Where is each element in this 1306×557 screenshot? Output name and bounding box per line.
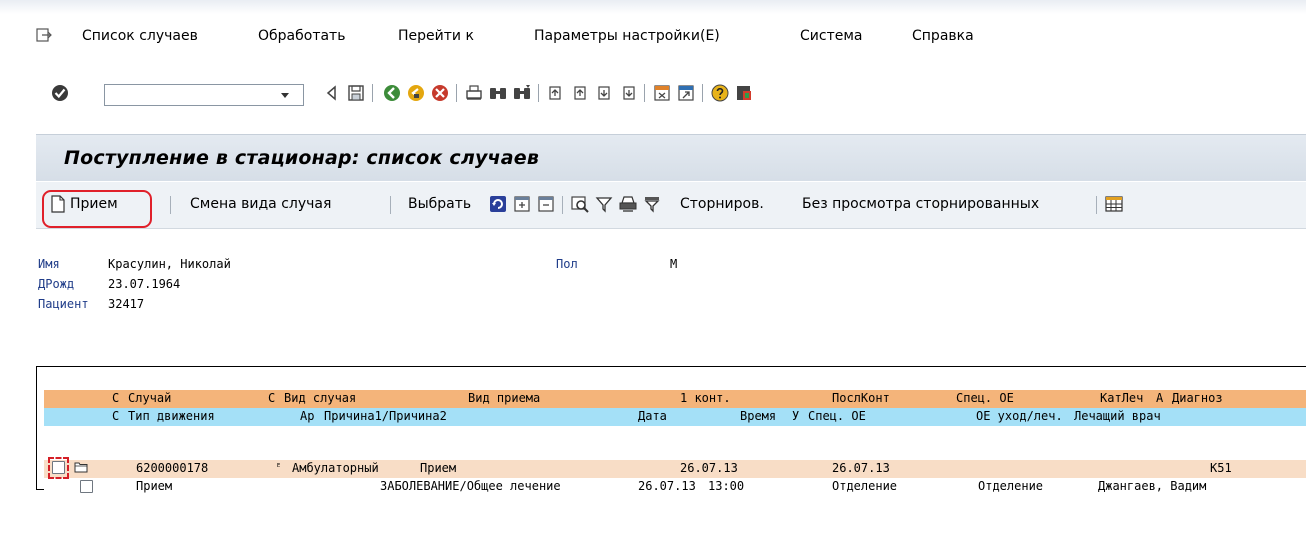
movement-type: Прием xyxy=(136,479,173,493)
patient-dob-label: ДРожд xyxy=(38,277,75,291)
application-toolbar: Прием Смена вида случая Выбрать Сторниро… xyxy=(36,182,1306,229)
folder-icon[interactable] xyxy=(74,461,88,473)
select-button[interactable]: Выбрать xyxy=(408,196,471,212)
column-header-a[interactable]: А xyxy=(1156,391,1163,405)
toolbar-separator xyxy=(390,196,391,214)
case-flag: ᴱ xyxy=(276,463,282,473)
column-header[interactable]: С xyxy=(112,391,119,405)
refresh-icon[interactable] xyxy=(488,194,508,214)
row-select-checkbox[interactable] xyxy=(80,480,93,493)
patient-id-label: Пациент xyxy=(38,297,89,311)
table-header-row-1: С Случай С Вид случая Вид приема 1 конт.… xyxy=(44,390,1306,408)
patient-sex-label: Пол xyxy=(556,257,578,271)
chevron-down-icon[interactable] xyxy=(278,88,292,102)
table-row-case[interactable]: 6200000178 ᴱ Амбулаторный Прием 26.07.13… xyxy=(44,460,1306,478)
column-header-case[interactable]: Случай xyxy=(128,391,171,405)
checkbox-highlight xyxy=(48,457,69,479)
print-list-icon[interactable] xyxy=(618,194,638,214)
filter-icon[interactable] xyxy=(594,194,614,214)
column-header[interactable]: С xyxy=(112,409,119,423)
menu-item-settings[interactable]: Параметры настройки(E) xyxy=(534,28,720,44)
column-header-movement-type[interactable]: Тип движения xyxy=(128,409,215,423)
patient-dob-value: 23.07.1964 xyxy=(108,277,181,291)
movement-date: 26.07.13 xyxy=(638,479,696,493)
menu-item-system[interactable]: Система xyxy=(800,28,862,44)
column-header-spec-ou[interactable]: Спец. ОЕ xyxy=(808,409,866,423)
movement-reason: ЗАБОЛЕВАНИЕ/Общее лечение xyxy=(380,479,561,493)
title-panel: Поступление в стационар: список случаев xyxy=(36,134,1306,181)
column-header-time[interactable]: Время xyxy=(740,409,776,423)
column-header-reason[interactable]: Причина1/Причина2 xyxy=(324,409,447,423)
column-header-treatment-category[interactable]: КатЛеч xyxy=(1100,391,1143,405)
movement-time: 13:00 xyxy=(708,479,745,493)
column-header-diagnosis[interactable]: Диагноз xyxy=(1172,391,1223,405)
column-header-ar[interactable]: Ар xyxy=(300,409,314,423)
column-header-care-ou[interactable]: ОЕ уход/леч. xyxy=(976,409,1063,423)
top-band xyxy=(0,0,1306,130)
exit-icon[interactable] xyxy=(36,28,52,42)
diagnosis-code: К51 xyxy=(1210,461,1232,475)
page-title: Поступление в стационар: список случаев xyxy=(64,147,540,169)
case-number: 6200000178 xyxy=(136,461,209,475)
change-case-type-button[interactable]: Смена вида случая xyxy=(190,196,331,212)
movement-care-ou: Отделение xyxy=(978,479,1044,493)
admit-button-highlight xyxy=(42,190,152,228)
enter-icon[interactable] xyxy=(50,83,70,103)
table-row-movement[interactable]: Прием ЗАБОЛЕВАНИЕ/Общее лечение 26.07.13… xyxy=(44,478,1306,496)
last-contact-date: 26.07.13 xyxy=(832,461,890,475)
menu-item-edit[interactable]: Обработать xyxy=(258,28,345,44)
collapse-icon[interactable] xyxy=(536,194,556,214)
layout-grid-icon[interactable] xyxy=(1104,194,1124,214)
column-header-admission-type[interactable]: Вид приема xyxy=(468,391,540,405)
patient-name-value: Красулин, Николай xyxy=(108,257,231,271)
column-header[interactable]: С xyxy=(268,391,275,405)
menu-bar: Список случаев Обработать Перейти к Пара… xyxy=(0,22,1306,52)
case-type: Амбулаторный xyxy=(292,461,379,475)
menu-item-goto[interactable]: Перейти к xyxy=(398,28,474,44)
patient-name-label: Имя xyxy=(38,257,60,271)
menu-item-help[interactable]: Справка xyxy=(912,28,974,44)
column-header-first-contact[interactable]: 1 конт. xyxy=(680,391,731,405)
admission-type: Прием xyxy=(420,461,457,475)
toolbar-separator xyxy=(170,196,171,214)
hide-reversed-button[interactable]: Без просмотра сторнированных xyxy=(802,196,1039,212)
expand-icon[interactable] xyxy=(512,194,532,214)
attending-doctor: Джангаев, Вадим xyxy=(1098,479,1207,493)
column-header-spec-ou[interactable]: Спец. ОЕ xyxy=(956,391,1014,405)
command-field[interactable] xyxy=(104,84,304,106)
movement-spec-ou: Отделение xyxy=(832,479,898,493)
column-header-doctor[interactable]: Лечащий врач xyxy=(1074,409,1161,423)
reverse-button[interactable]: Сторниров. xyxy=(680,196,764,212)
patient-id-value: 32417 xyxy=(108,297,145,311)
set-filter-icon[interactable] xyxy=(642,194,662,214)
patient-sex-value: М xyxy=(670,257,678,271)
column-header-case-type[interactable]: Вид случая xyxy=(284,391,356,405)
column-header-u[interactable]: У xyxy=(792,409,799,423)
column-header-last-contact[interactable]: ПослКонт xyxy=(832,391,890,405)
toolbar-separator xyxy=(562,196,563,214)
table-header-row-2: С Тип движения Ар Причина1/Причина2 Дата… xyxy=(44,408,1306,426)
toolbar-separator xyxy=(1096,196,1097,214)
details-icon[interactable] xyxy=(570,194,590,214)
first-contact-date: 26.07.13 xyxy=(680,461,738,475)
menu-item-case-list[interactable]: Список случаев xyxy=(82,28,198,44)
column-header-date[interactable]: Дата xyxy=(638,409,667,423)
